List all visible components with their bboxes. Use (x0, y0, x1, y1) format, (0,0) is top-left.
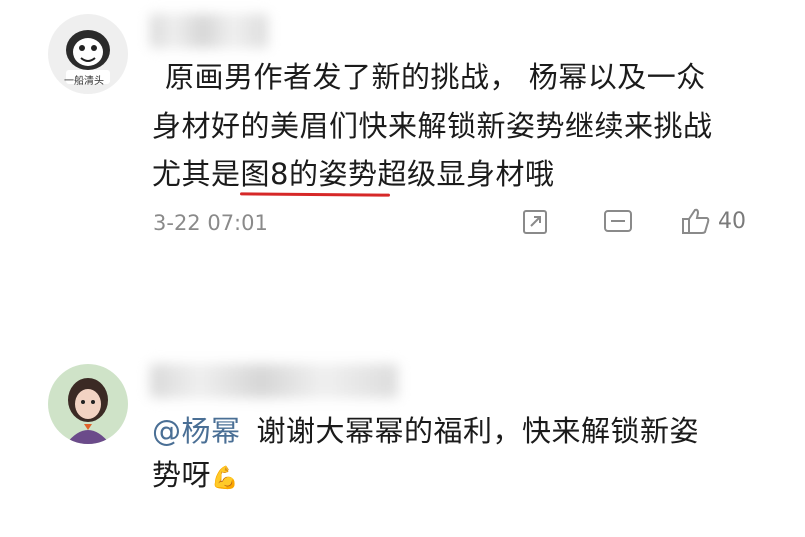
username-blurred[interactable] (150, 14, 268, 48)
comment-time: 3-22 07:01 (153, 211, 268, 235)
share-button[interactable] (521, 208, 549, 236)
comment-icon (604, 210, 632, 232)
username-blurred[interactable] (150, 364, 398, 398)
like-icon (682, 208, 710, 234)
anime-girl-avatar-image (48, 364, 128, 444)
comment-line-2-text: 势呀 (152, 458, 212, 492)
avatar[interactable] (48, 364, 128, 444)
flexed-biceps-icon: 💪 (211, 466, 239, 491)
like-button[interactable]: 40 (680, 206, 746, 236)
comment-line-3: 尤其是图8的姿势超级显身材哦 (152, 157, 555, 191)
avatar-caption: 一船清头 (64, 76, 104, 87)
comment-line-1: @杨幂 谢谢大幂幂的福利，快来解锁新姿 (152, 409, 699, 453)
avatar[interactable]: 一船清头 (48, 14, 128, 94)
highlight-underline (239, 192, 391, 197)
reply-button[interactable] (603, 208, 633, 236)
mention-link[interactable]: @杨幂 (152, 414, 241, 448)
comment-line-1: 原画男作者发了新的挑战， 杨幂以及一众 (165, 60, 706, 94)
likes-count: 40 (718, 208, 746, 234)
comment-line-2: 身材好的美眉们快来解锁新姿势继续来挑战 (152, 109, 713, 143)
comment-line-1-text: 谢谢大幂幂的福利，快来解锁新姿 (256, 414, 700, 448)
comment-line-2: 势呀💪 (152, 453, 239, 501)
share-icon (523, 210, 547, 234)
